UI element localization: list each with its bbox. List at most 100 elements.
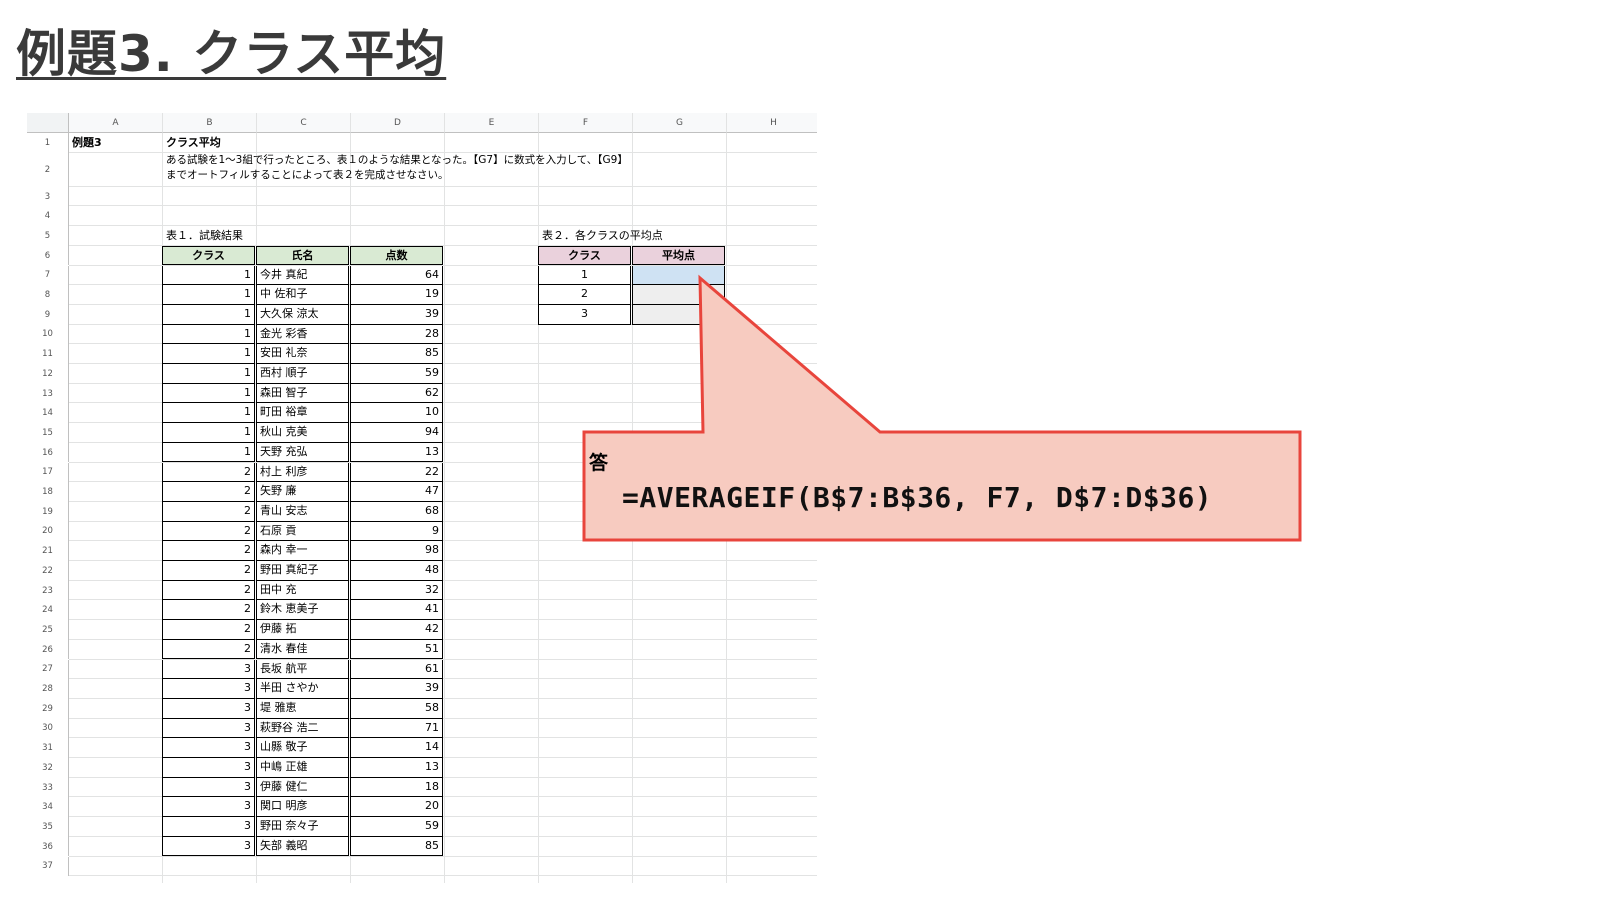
table1-cell-cls[interactable]: 1 bbox=[162, 383, 255, 404]
table1-cell-score[interactable]: 32 bbox=[350, 580, 443, 601]
table1-cell-cls[interactable]: 3 bbox=[162, 659, 255, 680]
table1-cell-score[interactable]: 9 bbox=[350, 521, 443, 542]
table1-cell-score[interactable]: 85 bbox=[350, 344, 443, 364]
table1-cell-cls[interactable]: 2 bbox=[162, 561, 255, 581]
row-header[interactable]: 24 bbox=[27, 600, 69, 621]
row-header[interactable]: 30 bbox=[27, 718, 69, 739]
cell-b1[interactable]: クラス平均 bbox=[163, 133, 224, 152]
row-header[interactable]: 35 bbox=[27, 817, 69, 837]
table1-cell-cls[interactable]: 1 bbox=[162, 265, 255, 286]
table1-cell-cls[interactable]: 3 bbox=[162, 698, 255, 719]
table2-cell-average-selected[interactable] bbox=[632, 265, 725, 286]
table1-cell-name[interactable]: 石原 貢 bbox=[256, 521, 349, 542]
row-header[interactable]: 13 bbox=[27, 383, 69, 404]
table2-cell-class[interactable]: 3 bbox=[538, 304, 631, 325]
table2-cell-class[interactable]: 1 bbox=[538, 265, 631, 286]
table1-cell-score[interactable]: 48 bbox=[350, 561, 443, 581]
table1-header-cell[interactable]: 点数 bbox=[350, 245, 443, 266]
table1-cell-name[interactable]: 清水 春佳 bbox=[256, 639, 349, 660]
column-header[interactable]: D bbox=[351, 113, 445, 133]
table1-cell-name[interactable]: 矢野 廉 bbox=[256, 482, 349, 502]
table1-cell-cls[interactable]: 2 bbox=[162, 580, 255, 601]
table1-cell-score[interactable]: 20 bbox=[350, 797, 443, 818]
table1-cell-name[interactable]: 西村 順子 bbox=[256, 364, 349, 384]
table1-cell-cls[interactable]: 3 bbox=[162, 718, 255, 739]
table1-cell-score[interactable]: 19 bbox=[350, 285, 443, 305]
row-header[interactable]: 7 bbox=[27, 265, 69, 286]
row-header[interactable]: 3 bbox=[27, 186, 69, 207]
table1-cell-name[interactable]: 田中 充 bbox=[256, 580, 349, 601]
table1-cell-name[interactable]: 矢部 義昭 bbox=[256, 836, 349, 857]
table1-cell-name[interactable]: 金光 彩香 bbox=[256, 324, 349, 345]
table1-cell-score[interactable]: 62 bbox=[350, 383, 443, 404]
table1-cell-name[interactable]: 青山 安志 bbox=[256, 501, 349, 522]
row-header[interactable]: 31 bbox=[27, 738, 69, 758]
table1-cell-cls[interactable]: 2 bbox=[162, 462, 255, 483]
table1-cell-score[interactable]: 61 bbox=[350, 659, 443, 680]
select-all-corner[interactable] bbox=[27, 113, 69, 133]
row-header[interactable]: 32 bbox=[27, 758, 69, 778]
table1-cell-name[interactable]: 天野 充弘 bbox=[256, 442, 349, 463]
table1-cell-score[interactable]: 94 bbox=[350, 423, 443, 443]
table1-cell-name[interactable]: 中嶋 正雄 bbox=[256, 758, 349, 778]
table1-cell-cls[interactable]: 1 bbox=[162, 344, 255, 364]
table2-header-cell[interactable]: 平均点 bbox=[632, 245, 725, 266]
table1-cell-score[interactable]: 28 bbox=[350, 324, 443, 345]
table1-cell-score[interactable]: 39 bbox=[350, 679, 443, 699]
table1-cell-name[interactable]: 森内 幸一 bbox=[256, 541, 349, 561]
table1-cell-name[interactable]: 野田 奈々子 bbox=[256, 817, 349, 837]
table1-cell-score[interactable]: 85 bbox=[350, 836, 443, 857]
table1-cell-cls[interactable]: 1 bbox=[162, 442, 255, 463]
column-header[interactable]: A bbox=[69, 113, 163, 133]
table1-cell-cls[interactable]: 3 bbox=[162, 797, 255, 818]
table1-cell-score[interactable]: 59 bbox=[350, 817, 443, 837]
row-header[interactable]: 2 bbox=[27, 152, 69, 187]
table1-cell-name[interactable]: 今井 真紀 bbox=[256, 265, 349, 286]
cell-a1[interactable]: 例題3 bbox=[69, 133, 105, 152]
table1-cell-cls[interactable]: 2 bbox=[162, 521, 255, 542]
cell-b2-line2[interactable]: までオートフィルすることによって表２を完成させなさい。 bbox=[163, 168, 451, 183]
column-header[interactable]: G bbox=[633, 113, 727, 133]
table1-cell-cls[interactable]: 2 bbox=[162, 501, 255, 522]
row-header[interactable]: 26 bbox=[27, 639, 69, 660]
table1-header-cell[interactable]: クラス bbox=[162, 245, 255, 266]
table1-cell-score[interactable]: 59 bbox=[350, 364, 443, 384]
row-header[interactable]: 9 bbox=[27, 304, 69, 325]
table1-cell-name[interactable]: 町田 裕章 bbox=[256, 403, 349, 424]
table1-cell-score[interactable]: 58 bbox=[350, 698, 443, 719]
table1-cell-name[interactable]: 秋山 克美 bbox=[256, 423, 349, 443]
row-header[interactable]: 5 bbox=[27, 226, 69, 246]
table2-caption[interactable]: 表２．各クラスの平均点 bbox=[539, 226, 666, 245]
column-header[interactable]: C bbox=[257, 113, 351, 133]
table1-cell-score[interactable]: 68 bbox=[350, 501, 443, 522]
table1-cell-name[interactable]: 安田 礼奈 bbox=[256, 344, 349, 364]
table1-cell-cls[interactable]: 1 bbox=[162, 285, 255, 305]
table1-cell-cls[interactable]: 2 bbox=[162, 600, 255, 621]
column-header[interactable]: F bbox=[539, 113, 633, 133]
table2-cell-class[interactable]: 2 bbox=[538, 285, 631, 305]
table1-cell-cls[interactable]: 1 bbox=[162, 324, 255, 345]
row-header[interactable]: 21 bbox=[27, 541, 69, 561]
row-header[interactable]: 15 bbox=[27, 423, 69, 443]
row-header[interactable]: 6 bbox=[27, 245, 69, 266]
table1-cell-score[interactable]: 41 bbox=[350, 600, 443, 621]
column-header[interactable]: B bbox=[163, 113, 257, 133]
table1-header-cell[interactable]: 氏名 bbox=[256, 245, 349, 266]
table1-cell-score[interactable]: 13 bbox=[350, 442, 443, 463]
row-header[interactable]: 18 bbox=[27, 482, 69, 502]
table1-cell-cls[interactable]: 2 bbox=[162, 639, 255, 660]
table1-cell-score[interactable]: 47 bbox=[350, 482, 443, 502]
table1-cell-cls[interactable]: 2 bbox=[162, 541, 255, 561]
row-header[interactable]: 19 bbox=[27, 501, 69, 522]
table1-cell-name[interactable]: 萩野谷 浩二 bbox=[256, 718, 349, 739]
table1-cell-name[interactable]: 山縣 敬子 bbox=[256, 738, 349, 758]
row-header[interactable]: 28 bbox=[27, 679, 69, 699]
row-header[interactable]: 14 bbox=[27, 403, 69, 424]
row-header[interactable]: 20 bbox=[27, 521, 69, 542]
table1-cell-score[interactable]: 10 bbox=[350, 403, 443, 424]
column-header[interactable]: E bbox=[445, 113, 539, 133]
row-header[interactable]: 4 bbox=[27, 206, 69, 227]
row-header[interactable]: 27 bbox=[27, 659, 69, 680]
row-header[interactable]: 8 bbox=[27, 285, 69, 305]
table1-cell-cls[interactable]: 1 bbox=[162, 304, 255, 325]
